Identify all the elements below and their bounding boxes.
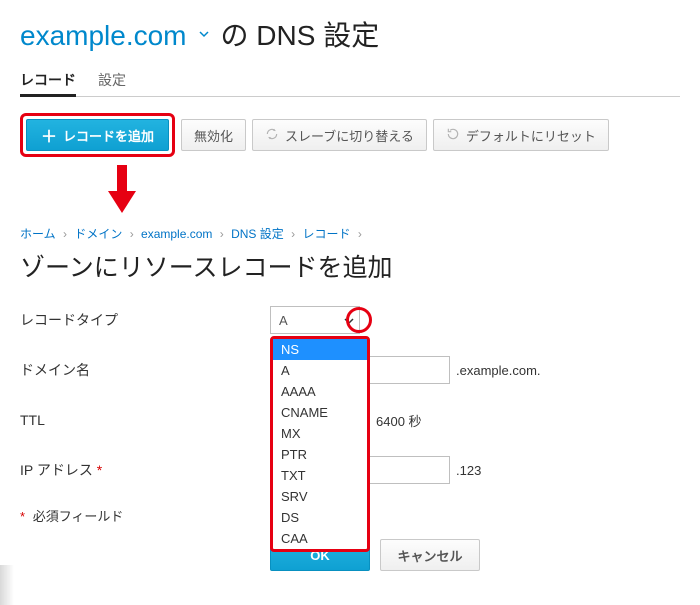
switch-slave-label: スレーブに切り替える xyxy=(285,126,414,145)
page-domain-title[interactable]: example.com xyxy=(20,20,187,52)
tab-bar: レコード 設定 xyxy=(20,64,680,97)
reset-default-label: デフォルトにリセット xyxy=(466,126,596,145)
plus-icon: ＋ xyxy=(41,123,57,147)
dropdown-option-ns[interactable]: NS xyxy=(273,339,367,360)
ttl-hint: 6400 秒 xyxy=(376,411,422,430)
side-shadow xyxy=(0,565,14,605)
switch-slave-button[interactable]: スレーブに切り替える xyxy=(252,119,427,151)
dropdown-option-mx[interactable]: MX xyxy=(273,423,367,444)
dropdown-option-cname[interactable]: CNAME xyxy=(273,402,367,423)
breadcrumb-home[interactable]: ホーム xyxy=(20,227,56,241)
ip-address-label-text: IP アドレス xyxy=(20,462,93,478)
highlight-frame: ＋ レコードを追加 xyxy=(20,113,175,157)
disable-label: 無効化 xyxy=(194,126,233,145)
disable-button[interactable]: 無効化 xyxy=(181,119,246,151)
ip-hint: .123 xyxy=(456,463,481,478)
breadcrumb-records[interactable]: レコード xyxy=(302,227,350,241)
page-title-suffix: の DNS 設定 xyxy=(221,14,380,54)
toolbar: ＋ レコードを追加 無効化 スレーブに切り替える デフォルトにリセット xyxy=(20,113,680,157)
breadcrumb-dns[interactable]: DNS 設定 xyxy=(231,227,284,241)
sync-icon xyxy=(265,127,279,144)
breadcrumb-sep: › xyxy=(291,227,295,241)
reset-default-button[interactable]: デフォルトにリセット xyxy=(433,119,609,151)
breadcrumb-sep: › xyxy=(130,227,134,241)
page-heading: ゾーンにリソースレコードを追加 xyxy=(20,248,680,284)
dropdown-option-srv[interactable]: SRV xyxy=(273,486,367,507)
add-record-label: レコードを追加 xyxy=(63,126,154,145)
tab-records[interactable]: レコード xyxy=(20,64,76,96)
breadcrumb-sep: › xyxy=(358,227,362,241)
annotation-arrow-down-icon xyxy=(106,165,680,215)
record-type-select[interactable] xyxy=(270,306,360,334)
record-type-label: レコードタイプ xyxy=(20,310,270,330)
breadcrumb-sep: › xyxy=(220,227,224,241)
chevron-down-icon[interactable] xyxy=(199,31,209,41)
required-asterisk: * xyxy=(97,462,102,478)
breadcrumb-domain-section[interactable]: ドメイン xyxy=(74,227,122,241)
dropdown-option-aaaa[interactable]: AAAA xyxy=(273,381,367,402)
domain-name-label: ドメイン名 xyxy=(20,360,270,380)
required-note-text: 必須フィールド xyxy=(33,509,124,524)
dropdown-option-ptr[interactable]: PTR xyxy=(273,444,367,465)
breadcrumb-domain[interactable]: example.com xyxy=(141,227,212,241)
domain-suffix: .example.com. xyxy=(456,363,541,378)
dropdown-option-txt[interactable]: TXT xyxy=(273,465,367,486)
breadcrumb-sep: › xyxy=(63,227,67,241)
required-asterisk: * xyxy=(20,509,25,524)
add-record-button[interactable]: ＋ レコードを追加 xyxy=(26,119,169,151)
ttl-label: TTL xyxy=(20,412,270,428)
record-type-dropdown: NS A AAAA CNAME MX PTR TXT SRV DS CAA xyxy=(270,336,370,552)
cancel-button[interactable]: キャンセル xyxy=(380,539,480,571)
dropdown-option-a[interactable]: A xyxy=(273,360,367,381)
dropdown-option-caa[interactable]: CAA xyxy=(273,528,367,549)
ip-address-label: IP アドレス * xyxy=(20,460,270,480)
dropdown-option-ds[interactable]: DS xyxy=(273,507,367,528)
tab-settings[interactable]: 設定 xyxy=(98,64,126,96)
reset-icon xyxy=(446,127,460,144)
breadcrumb: ホーム › ドメイン › example.com › DNS 設定 › レコード… xyxy=(20,225,680,242)
